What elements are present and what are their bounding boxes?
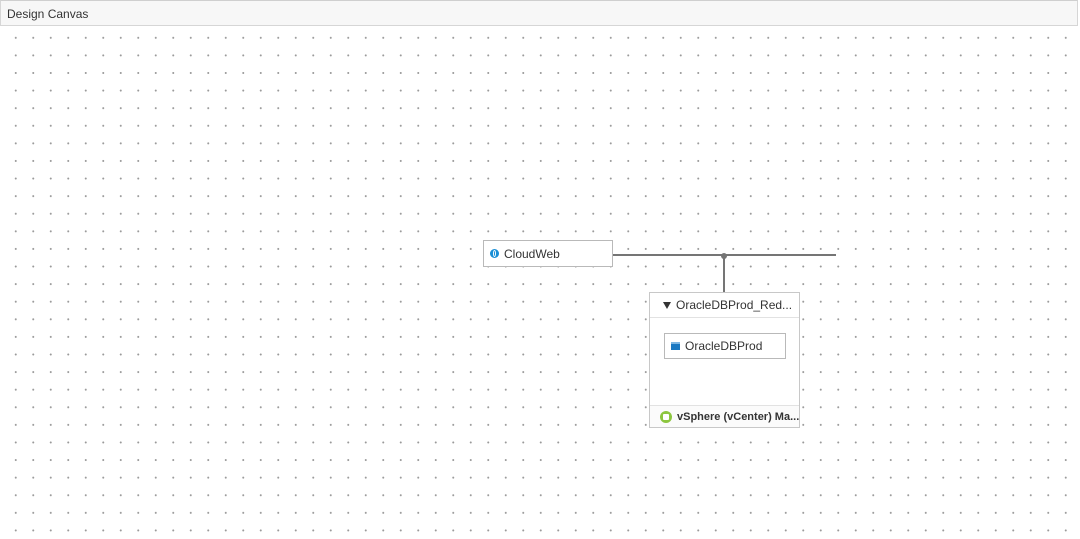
connector-junction [721,253,727,259]
cloudweb-node[interactable]: CloudWeb [483,240,613,267]
vsphere-label: vSphere (vCenter) Ma... [677,410,799,423]
vsphere-icon [660,410,672,423]
oracle-db-group[interactable]: OracleDBProd_Red... OracleDBProd vSphere… [649,292,800,428]
design-canvas-area[interactable]: CloudWeb OracleDBProd_Red... OracleDBPro… [0,27,1080,539]
vsphere-footer: vSphere (vCenter) Ma... [650,405,799,427]
globe-icon [490,249,499,258]
oracle-db-node[interactable]: OracleDBProd [664,333,786,359]
panel-title: Design Canvas [7,7,89,21]
oracle-db-label: OracleDBProd [685,339,763,353]
group-connector-line[interactable] [723,255,725,292]
oracle-db-group-header[interactable]: OracleDBProd_Red... [650,293,799,318]
design-canvas-title-bar: Design Canvas [0,0,1078,26]
triangle-down-icon[interactable] [663,301,671,309]
group-title: OracleDBProd_Red... [676,298,792,312]
design-canvas-page: Design Canvas CloudWeb OracleDBProd_Red.… [0,0,1080,539]
cloudweb-label: CloudWeb [504,246,560,261]
database-icon [671,342,680,350]
